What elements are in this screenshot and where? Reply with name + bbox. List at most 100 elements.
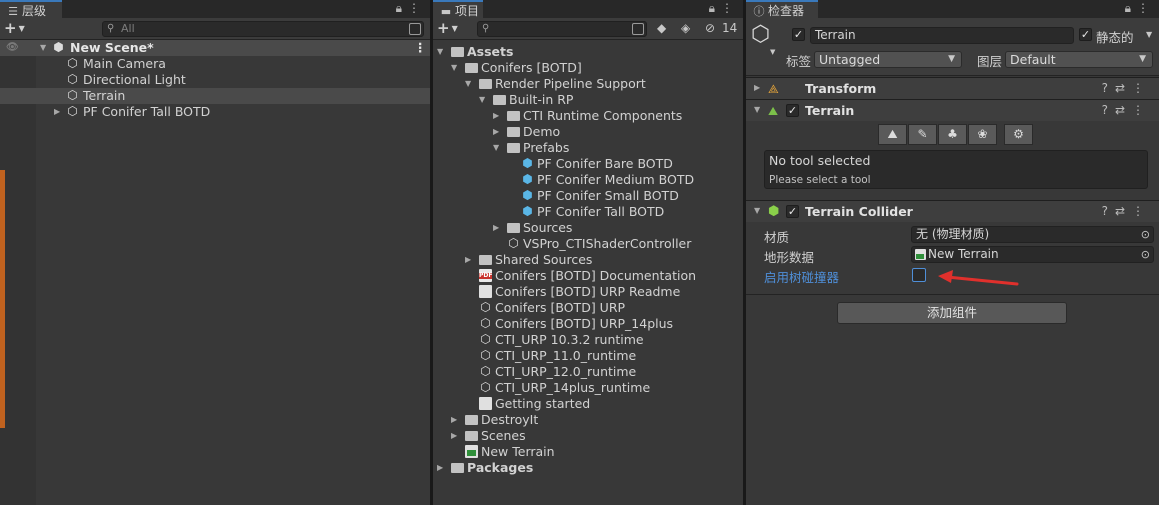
project-tree-item[interactable]: ⬢ PF Conifer Small BOTD [433, 188, 743, 204]
settings-icon[interactable]: ⚙ [1004, 124, 1033, 145]
project-tree-item[interactable]: ⬡ CTI_URP_14plus_runtime [433, 380, 743, 396]
project-tree-item[interactable]: ▶ DestroyIt [433, 412, 743, 428]
object-picker-icon[interactable]: ⊙ [1141, 227, 1150, 242]
hierarchy-item[interactable]: ⬡ Main Camera [0, 56, 430, 72]
chevron-right-icon[interactable]: ▶ [451, 412, 457, 428]
help-icon[interactable]: ? [1102, 103, 1115, 117]
help-icon[interactable]: ? [1102, 204, 1115, 218]
chevron-right-icon[interactable]: ▶ [451, 428, 457, 444]
terrain-collider-component-header[interactable]: ▼ ⬢ ✓ Terrain Collider ?⇄⋮ [746, 200, 1159, 222]
static-toggle[interactable]: ✓ [1079, 28, 1092, 41]
chevron-right-icon[interactable]: ▶ [754, 83, 760, 92]
collider-enabled-toggle[interactable]: ✓ [786, 205, 799, 218]
more-icon[interactable]: ⋮ [1132, 103, 1151, 117]
search-options-icon[interactable] [409, 23, 421, 35]
project-tree-item[interactable]: PDF Conifers [BOTD] Documentation [433, 268, 743, 284]
project-tree-item[interactable]: ⬡ CTI_URP_12.0_runtime [433, 364, 743, 380]
project-tree-item[interactable]: ▶ Shared Sources [433, 252, 743, 268]
chevron-down-icon[interactable]: ▼ [437, 44, 443, 60]
gameobject-cube-icon[interactable]: ⬡ [751, 24, 770, 46]
more-icon[interactable]: ⋮ [1132, 204, 1151, 218]
preset-icon[interactable]: ⇄ [1115, 103, 1132, 117]
chevron-down-icon[interactable]: ▼ [754, 105, 760, 114]
project-tree-item[interactable]: Getting started [433, 396, 743, 412]
lock-icon[interactable]: 🔒︎ [396, 1, 408, 15]
object-name-field[interactable]: Terrain [810, 27, 1074, 44]
chevron-down-icon[interactable]: ▼ [451, 60, 457, 76]
more-icon[interactable]: ⋮ [408, 1, 426, 15]
project-tree-item[interactable]: ⬡ CTI_URP_11.0_runtime [433, 348, 743, 364]
project-tree-item[interactable]: ▶ Scenes [433, 428, 743, 444]
chevron-right-icon[interactable]: ▶ [465, 252, 471, 268]
chevron-down-icon[interactable]: ▼ [479, 92, 485, 108]
project-tree-item[interactable]: ▼ Assets [433, 44, 743, 60]
preset-icon[interactable]: ⇄ [1115, 204, 1132, 218]
project-tree-item[interactable]: ⬡ VSPro_CTIShaderController [433, 236, 743, 252]
project-tree-item[interactable]: ▶ Sources [433, 220, 743, 236]
detail-icon[interactable]: ❀ [968, 124, 997, 145]
hierarchy-item[interactable]: ▶ ⬡ PF Conifer Tall BOTD [0, 104, 430, 120]
project-tree-item[interactable]: ⬡ CTI_URP 10.3.2 runtime [433, 332, 743, 348]
project-tree-item[interactable]: ▶ CTI Runtime Components [433, 108, 743, 124]
help-icon[interactable]: ? [1102, 81, 1115, 95]
eye-icon[interactable]: 👁︎ [6, 40, 19, 56]
chevron-right-icon[interactable]: ▶ [54, 104, 60, 120]
chevron-down-icon[interactable]: ▼ [493, 140, 499, 156]
tag-dropdown[interactable]: Untagged ▼ [814, 51, 962, 68]
lock-icon[interactable]: 🔒︎ [1125, 1, 1137, 15]
more-icon[interactable]: ⋮ [414, 40, 427, 56]
filter-label-icon[interactable]: ◈ [681, 21, 690, 35]
tab-hierarchy[interactable]: ☰ 层级 [0, 0, 62, 18]
project-tree-item[interactable]: ⬢ PF Conifer Medium BOTD [433, 172, 743, 188]
project-tree-item[interactable]: Conifers [BOTD] URP Readme [433, 284, 743, 300]
filter-type-icon[interactable]: ◆ [657, 21, 666, 35]
hierarchy-item[interactable]: ⬡ Directional Light [0, 72, 430, 88]
layer-dropdown[interactable]: Default ▼ [1005, 51, 1153, 68]
object-picker-icon[interactable]: ⊙ [1141, 247, 1150, 262]
preset-icon[interactable]: ⇄ [1115, 81, 1132, 95]
project-tree-item[interactable]: ▼ Conifers [BOTD] [433, 60, 743, 76]
project-tree-item[interactable]: ▶ Demo [433, 124, 743, 140]
project-tree-item[interactable]: ⬡ Conifers [BOTD] URP [433, 300, 743, 316]
transform-component-header[interactable]: ▶ ⟁ Transform ?⇄⋮ [746, 77, 1159, 99]
tab-project[interactable]: ▬ 项目 [433, 0, 483, 18]
chevron-down-icon[interactable]: ▼ [754, 206, 760, 215]
project-tree-item[interactable]: ⬢ PF Conifer Tall BOTD [433, 204, 743, 220]
chevron-right-icon[interactable]: ▶ [493, 108, 499, 124]
chevron-right-icon[interactable]: ▶ [493, 124, 499, 140]
hidden-packages-icon[interactable]: ⊘ [705, 21, 715, 35]
search-options-icon[interactable] [632, 23, 644, 35]
project-tree-item[interactable]: ⬡ Conifers [BOTD] URP_14plus [433, 316, 743, 332]
terrain-enabled-toggle[interactable]: ✓ [786, 104, 799, 117]
project-search-input[interactable]: ⚲ [477, 21, 647, 37]
chevron-right-icon[interactable]: ▶ [437, 460, 443, 476]
project-tree-item[interactable]: ▼ Built-in RP [433, 92, 743, 108]
project-tree-item[interactable]: ▼ Prefabs [433, 140, 743, 156]
paint-icon[interactable]: ✎ [908, 124, 937, 145]
chevron-down-icon[interactable]: ▼ [1146, 30, 1152, 39]
enable-tree-colliders-checkbox[interactable] [912, 268, 926, 282]
project-tree-item[interactable]: New Terrain [433, 444, 743, 460]
create-asset-button[interactable]: + ▼ [437, 20, 458, 37]
more-icon[interactable]: ⋮ [1137, 1, 1155, 15]
chevron-right-icon[interactable]: ▶ [493, 220, 499, 236]
active-toggle[interactable]: ✓ [792, 28, 805, 41]
raise-icon[interactable]: ⛰︎ [878, 124, 907, 145]
scene-row[interactable]: 👁︎ ▼ ⬢ New Scene* ⋮ [0, 40, 430, 56]
more-icon[interactable]: ⋮ [1132, 81, 1151, 95]
terrain-component-header[interactable]: ▼ ⛰︎ ✓ Terrain ?⇄⋮ [746, 99, 1159, 121]
terrain-data-field[interactable]: New Terrain ⊙ [911, 246, 1154, 263]
tree-icon[interactable]: ♣ [938, 124, 967, 145]
hierarchy-search-input[interactable]: ⚲ All [102, 21, 424, 37]
lock-icon[interactable]: 🔒︎ [709, 1, 721, 15]
chevron-down-icon[interactable]: ▼ [465, 76, 471, 92]
more-icon[interactable]: ⋮ [721, 1, 739, 15]
chevron-down-icon[interactable]: ▼ [40, 40, 46, 56]
project-tree-item[interactable]: ▶ Packages [433, 460, 743, 476]
tab-inspector[interactable]: ⓘ 检查器 [746, 0, 818, 18]
project-tree-item[interactable]: ▼ Render Pipeline Support [433, 76, 743, 92]
hierarchy-item-selected[interactable]: ⬡ Terrain [0, 88, 430, 104]
project-tree-item[interactable]: ⬢ PF Conifer Bare BOTD [433, 156, 743, 172]
material-field[interactable]: 无 (物理材质) ⊙ [911, 226, 1154, 243]
create-button[interactable]: + ▼ [4, 20, 25, 37]
